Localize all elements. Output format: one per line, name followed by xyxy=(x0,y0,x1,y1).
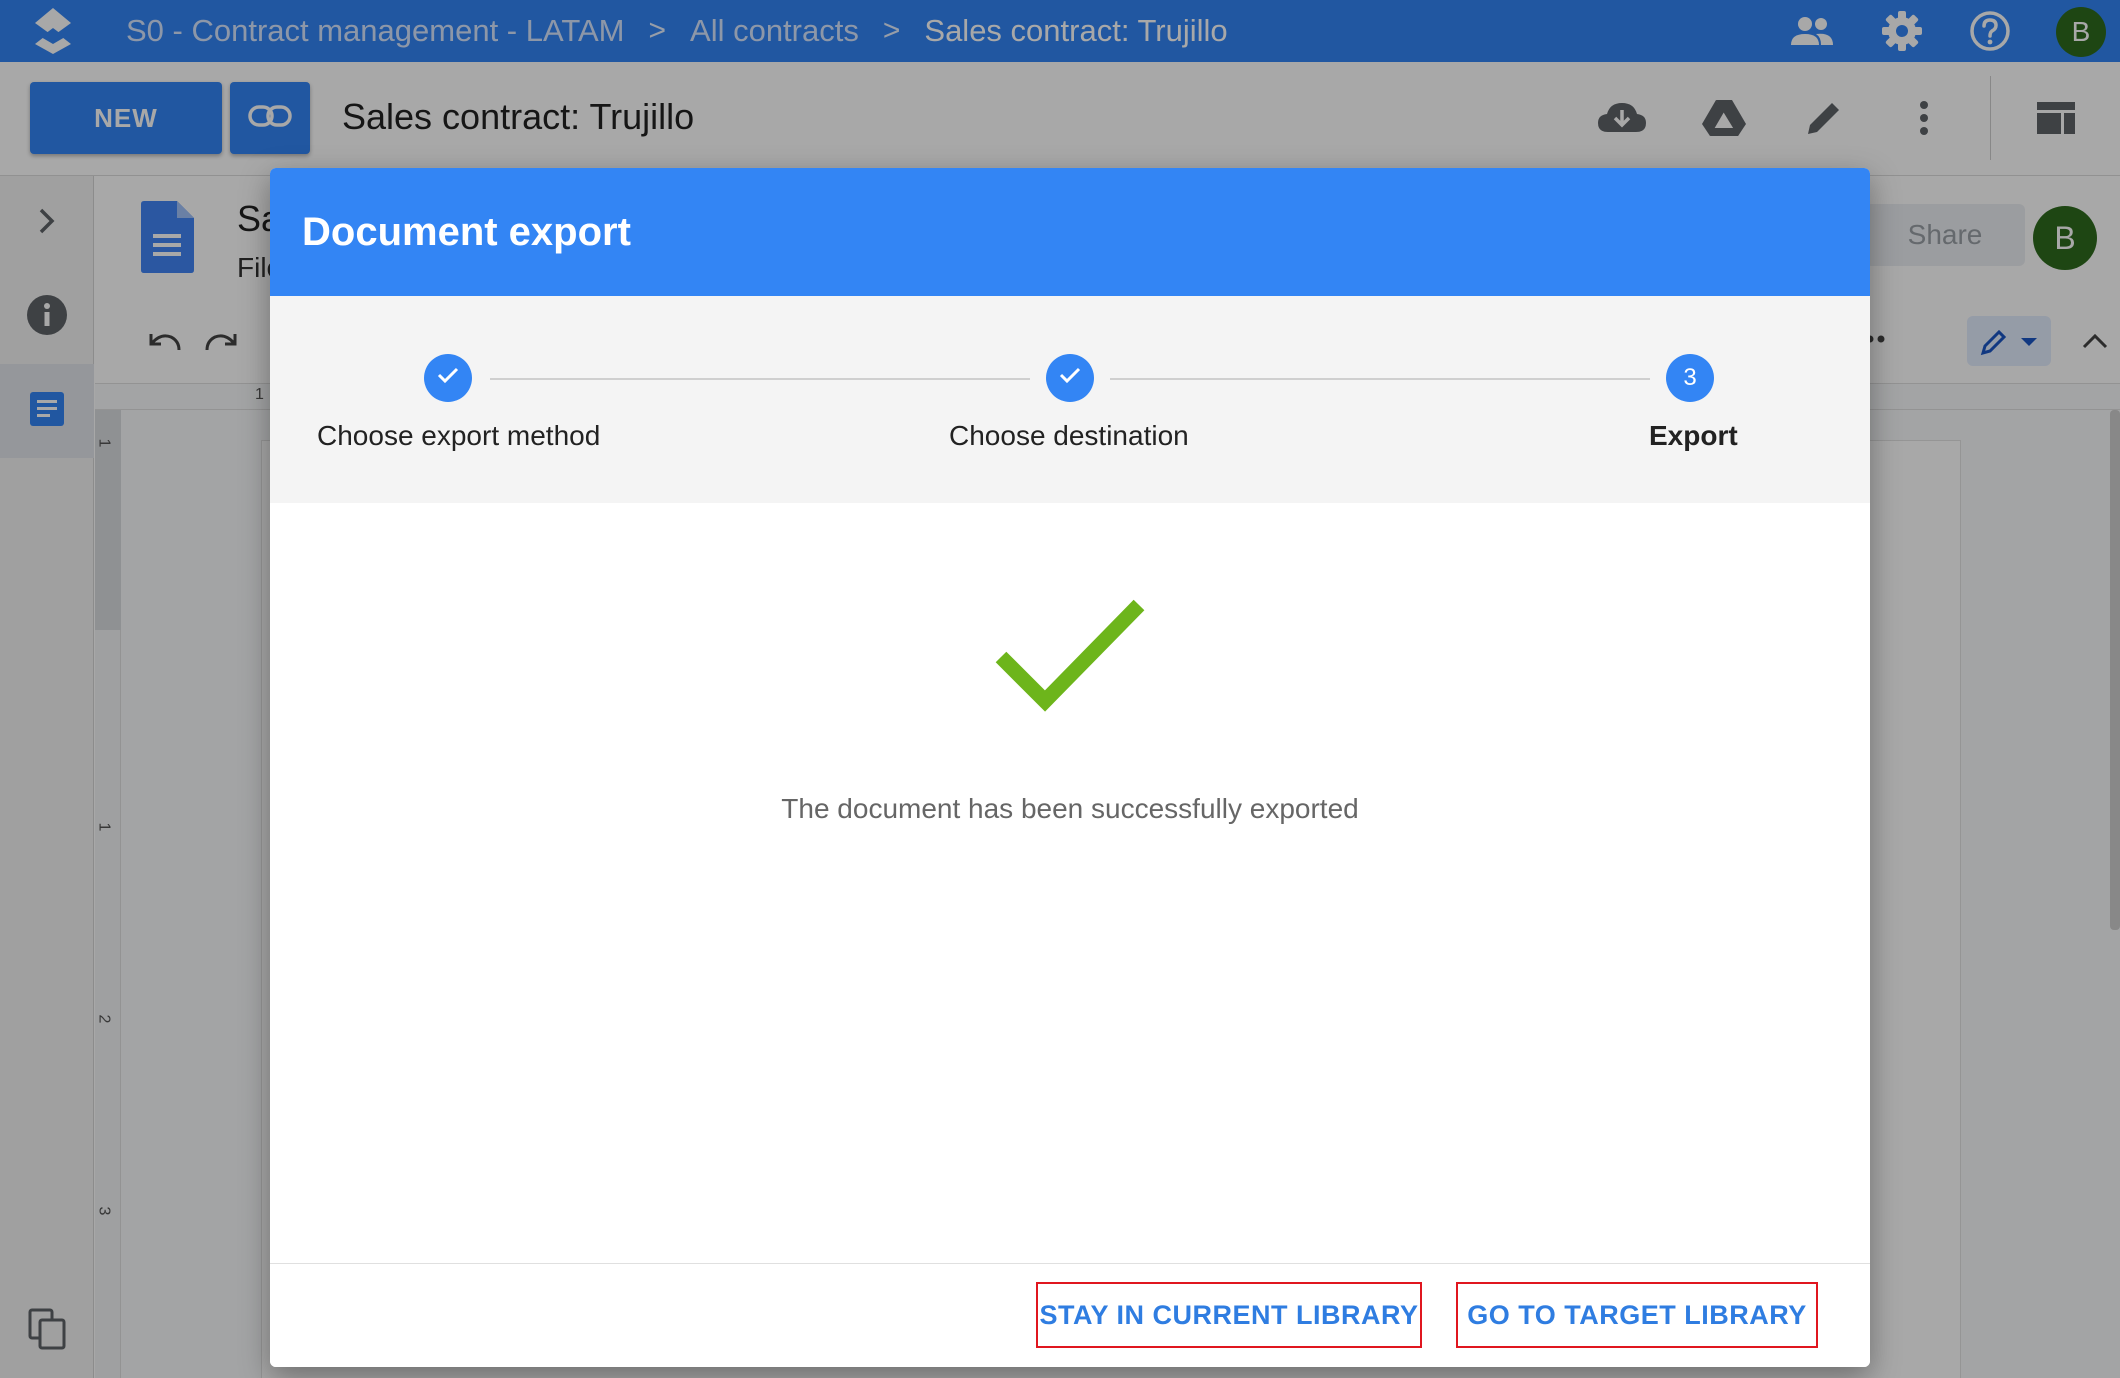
success-message: The document has been successfully expor… xyxy=(781,793,1359,824)
step-1-complete xyxy=(424,354,472,402)
step-2-label: Choose destination xyxy=(949,420,1189,451)
step-connector xyxy=(490,378,1030,380)
check-icon xyxy=(436,364,460,392)
check-icon xyxy=(1058,364,1082,392)
success-check-icon xyxy=(995,595,1145,720)
step-connector xyxy=(1110,378,1650,380)
stay-in-current-library-button[interactable]: STAY IN CURRENT LIBRARY xyxy=(1036,1282,1422,1348)
step-1-label: Choose export method xyxy=(317,420,601,451)
dialog-body: The document has been successfully expor… xyxy=(270,503,1870,1263)
export-stepper: 3 Choose export method Choose destinatio… xyxy=(270,296,1870,503)
dialog-footer: STAY IN CURRENT LIBRARY GO TO TARGET LIB… xyxy=(270,1263,1870,1367)
document-export-dialog: Document export 3 Choose export method C… xyxy=(270,168,1870,1367)
go-to-target-library-button[interactable]: GO TO TARGET LIBRARY xyxy=(1456,1282,1818,1348)
dialog-title: Document export xyxy=(270,168,1870,296)
step-3-label: Export xyxy=(1649,420,1738,451)
step-2-complete xyxy=(1046,354,1094,402)
step-3-number: 3 xyxy=(1666,354,1714,402)
